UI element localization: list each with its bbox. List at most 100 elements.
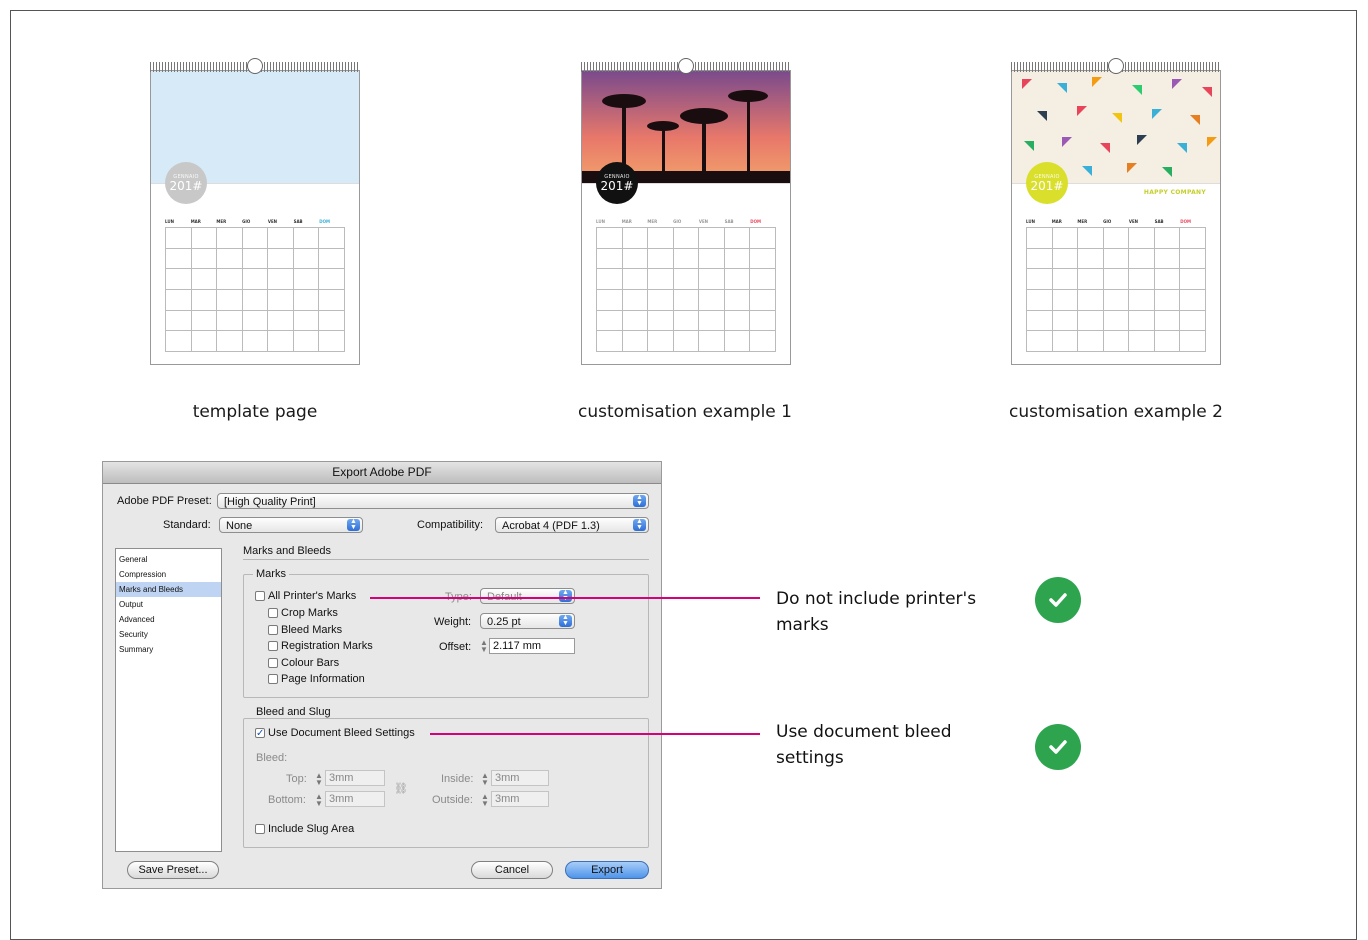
calendar-cell <box>1154 310 1181 332</box>
bottom-field[interactable]: 3mm <box>325 791 385 807</box>
sidebar-item-summary[interactable]: Summary <box>116 642 221 657</box>
caption-template: template page <box>192 402 318 422</box>
calendar-cell <box>750 331 776 352</box>
calendar-cell <box>268 331 294 352</box>
calendar-cell <box>724 331 751 352</box>
calendar-cell <box>319 228 345 249</box>
calendar-cell <box>1078 228 1104 249</box>
calendar-cell <box>673 310 700 332</box>
note-bleed: Use document bleed settings <box>776 722 952 768</box>
top-label: Top: <box>286 773 307 785</box>
preset-label: Adobe PDF Preset: <box>117 495 212 507</box>
calendar-cell <box>1129 269 1155 290</box>
calendar-cell <box>1154 228 1181 249</box>
calendar-cell <box>699 269 725 290</box>
calendar-cell <box>1154 331 1181 352</box>
include-slug-checkbox[interactable]: Include Slug Area <box>255 823 354 835</box>
month-label: GENNAIO <box>173 174 199 180</box>
use-document-bleed-checkbox[interactable]: ✓ Use Document Bleed Settings <box>255 727 415 739</box>
sidebar-item-security[interactable]: Security <box>116 627 221 642</box>
sidebar-item-general[interactable]: General <box>116 552 221 567</box>
calendar-cell <box>242 289 269 311</box>
offset-field[interactable]: 2.117 mm <box>489 638 575 654</box>
sidebar-item-advanced[interactable]: Advanced <box>116 612 221 627</box>
calendar-cell <box>1078 248 1104 270</box>
chain-link-icon[interactable]: ⛓ <box>394 782 408 795</box>
calendar-cell <box>217 228 243 249</box>
calendar-cell <box>1052 289 1079 311</box>
calendar-cell <box>191 248 218 270</box>
sidebar-item-marks-and-bleeds[interactable]: Marks and Bleeds <box>116 582 221 597</box>
compatibility-select[interactable]: Acrobat 4 (PDF 1.3) ▲ ▼ <box>495 517 649 533</box>
calendar-cell <box>319 269 345 290</box>
calendar-cell <box>217 310 243 332</box>
calendar-cell <box>1154 289 1181 311</box>
calendar-cell <box>699 289 725 311</box>
sidebar-item-output[interactable]: Output <box>116 597 221 612</box>
standard-select[interactable]: None ▲ ▼ <box>219 517 363 533</box>
outside-stepper[interactable]: ▲ ▼ <box>481 793 489 808</box>
calendar-cell <box>673 248 700 270</box>
calendar-cell <box>1180 289 1206 311</box>
bottom-stepper[interactable]: ▲ ▼ <box>315 793 323 808</box>
standard-label: Standard: <box>163 519 211 531</box>
top-field[interactable]: 3mm <box>325 770 385 786</box>
weight-select[interactable]: 0.25 pt ▲ ▼ <box>480 613 575 629</box>
calendar-cell <box>622 248 649 270</box>
note-marks: Do not include printer's marks <box>776 589 977 635</box>
inside-field[interactable]: 3mm <box>491 770 549 786</box>
cancel-button[interactable]: Cancel <box>471 861 553 879</box>
preset-select[interactable]: [High Quality Print] ▲ ▼ <box>217 493 649 509</box>
calendar-cell <box>242 248 269 270</box>
calendar-cell <box>319 289 345 311</box>
calendar-thumbnail-example-1: GENNAIO 201# LUN MAR MER GIO VEN SAB DOM <box>581 70 791 365</box>
export-button[interactable]: Export <box>565 861 649 879</box>
calendar-cell <box>724 228 751 249</box>
settings-sidebar: General Compression Marks and Bleeds Out… <box>115 548 222 852</box>
year-label: 201# <box>1030 179 1064 193</box>
save-preset-button[interactable]: Save Preset... <box>127 861 219 879</box>
calendar-cell <box>597 289 623 311</box>
calendar-cell <box>166 228 192 249</box>
calendar-cell <box>597 310 623 332</box>
hanger-hook <box>247 58 263 74</box>
calendar-cell <box>1027 310 1053 332</box>
calendar-cell <box>622 269 649 290</box>
all-printers-marks-checkbox[interactable]: All Printer's Marks <box>255 590 356 602</box>
calendar-cell <box>1078 331 1104 352</box>
outside-field[interactable]: 3mm <box>491 791 549 807</box>
calendar-grid <box>596 227 776 352</box>
registration-marks-checkbox[interactable]: Registration Marks <box>268 640 373 652</box>
calendar-cell <box>648 228 674 249</box>
calendar-cell <box>1129 310 1155 332</box>
calendar-cell <box>166 331 192 352</box>
marks-group-label: Marks <box>253 568 289 580</box>
page-information-checkbox[interactable]: Page Information <box>268 673 365 685</box>
calendar-cell <box>597 228 623 249</box>
year-label: 201# <box>600 179 634 193</box>
offset-stepper[interactable]: ▲ ▼ <box>480 639 488 654</box>
calendar-cell <box>242 310 269 332</box>
calendar-cell <box>673 228 700 249</box>
calendar-cell <box>622 289 649 311</box>
calendar-cell <box>293 269 320 290</box>
calendar-cell <box>750 228 776 249</box>
calendar-cell <box>724 289 751 311</box>
month-circle: GENNAIO 201# <box>596 162 638 204</box>
crop-marks-checkbox[interactable]: Crop Marks <box>268 607 338 619</box>
sidebar-item-compression[interactable]: Compression <box>116 567 221 582</box>
inside-stepper[interactable]: ▲ ▼ <box>481 772 489 787</box>
calendar-cell <box>293 331 320 352</box>
type-select[interactable]: Default ▲▼ <box>480 588 575 604</box>
calendar-cell <box>1027 248 1053 270</box>
bleed-marks-checkbox[interactable]: Bleed Marks <box>268 624 342 636</box>
select-arrows-icon: ▲▼ <box>559 614 572 627</box>
calendar-thumbnail-example-2: GENNAIO 201# HAPPY COMPANY LUN MAR MER GIO V… <box>1011 70 1221 365</box>
calendar-cell <box>166 248 192 270</box>
calendar-cell <box>242 331 269 352</box>
calendar-cell <box>1027 331 1053 352</box>
top-stepper[interactable]: ▲ ▼ <box>315 772 323 787</box>
hanger-hook <box>678 58 694 74</box>
colour-bars-checkbox[interactable]: Colour Bars <box>268 657 339 669</box>
calendar-cell <box>293 248 320 270</box>
